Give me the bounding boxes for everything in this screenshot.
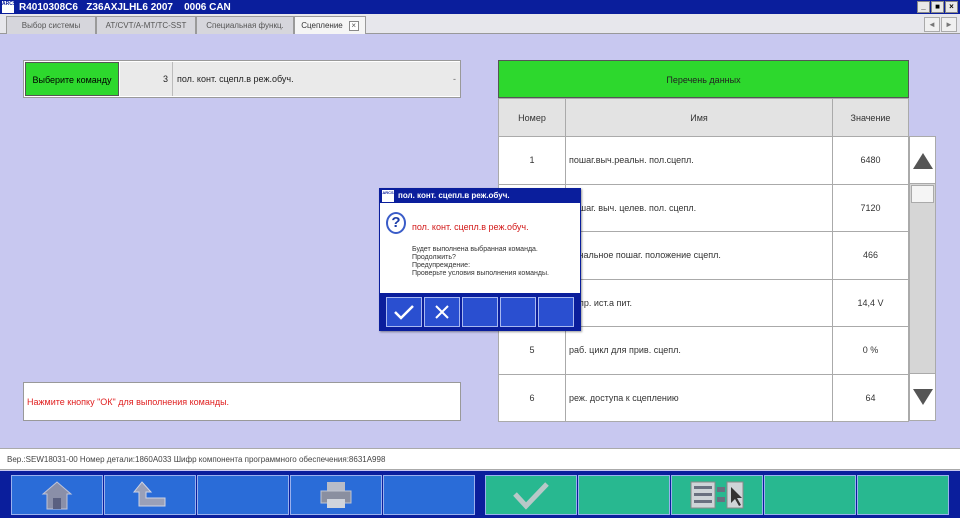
tab-system-selection[interactable]: Выбор системы — [6, 16, 96, 34]
maximize-button[interactable]: ■ — [931, 1, 944, 13]
checkmark-icon — [394, 305, 414, 320]
column-header-number: Номер — [498, 98, 566, 137]
tab-label: AT/CVT/A-MT/TC-SST — [105, 21, 187, 30]
confirm-dialog: ARCS пол. конт. сцепл.в реж.обуч. ? пол.… — [379, 188, 581, 331]
row-number: 5 — [498, 326, 566, 375]
tab-clutch[interactable]: Сцепление × — [294, 16, 366, 34]
dialog-blank-button[interactable] — [500, 297, 536, 327]
status-bar: Вер.:SEW18031-00 Номер детали:1860A033 Ш… — [0, 448, 960, 470]
row-value: 7120 — [832, 183, 909, 232]
bottom-toolbar — [0, 471, 960, 518]
data-list-title: Перечень данных — [498, 60, 909, 98]
dialog-line: Проверьте условия выполнения команды. — [412, 270, 549, 277]
dialog-title-bar: ARCS пол. конт. сцепл.в реж.обуч. — [380, 189, 580, 203]
column-header-name: Имя — [565, 98, 833, 137]
tab-label: Выбор системы — [21, 21, 81, 30]
tab-close-icon[interactable]: × — [348, 21, 359, 31]
toolbar-blank-button[interactable] — [764, 475, 856, 515]
home-button[interactable] — [11, 475, 103, 515]
table-scrollbar[interactable] — [909, 136, 936, 421]
toolbar-blank-button[interactable] — [197, 475, 289, 515]
dialog-message: Будет выполнена выбранная команда. Продо… — [412, 246, 549, 278]
command-number: 3 — [120, 62, 172, 96]
print-button[interactable] — [290, 475, 382, 515]
table-row[interactable]: 6 реж. доступа к сцеплению 64 — [498, 373, 909, 422]
row-name: напр. ист.а пит. — [565, 278, 833, 327]
scroll-up-button[interactable] — [910, 137, 935, 184]
table-row[interactable]: 5 раб. цикл для прив. сцепл. 0 % — [498, 326, 909, 375]
dialog-blank-button[interactable] — [462, 297, 498, 327]
tab-scroll-right-button[interactable]: ► — [941, 17, 957, 32]
dialog-line: Будет выполнена выбранная команда. — [412, 246, 538, 253]
cross-icon — [435, 305, 449, 319]
dialog-cancel-button[interactable] — [424, 297, 460, 327]
select-data-button[interactable] — [671, 475, 763, 515]
dialog-button-bar — [380, 293, 580, 330]
arrow-up-icon — [913, 153, 933, 169]
tab-label: Сцепление — [301, 21, 343, 30]
data-list-select-icon — [690, 481, 744, 509]
row-value: 466 — [832, 231, 909, 280]
back-arrow-icon — [132, 481, 166, 507]
arrow-down-icon — [913, 389, 933, 405]
row-name: начальное пошаг. положение сцепл. — [565, 231, 833, 280]
command-selector[interactable]: Выберите команду 3 пол. конт. сцепл.в ре… — [23, 60, 461, 98]
row-name: пошаг.выч.реальн. пол.сцепл. — [565, 136, 833, 185]
row-name: реж. доступа к сцеплению — [565, 373, 833, 422]
printer-icon — [320, 482, 352, 508]
row-name: раб. цикл для прив. сцепл. — [565, 326, 833, 375]
table-row[interactable]: 1 пошаг.выч.реальн. пол.сцепл. 6480 — [498, 136, 909, 185]
scroll-down-button[interactable] — [910, 373, 935, 420]
question-icon: ? — [386, 212, 406, 234]
confirm-button[interactable] — [485, 475, 577, 515]
minimize-button[interactable]: _ — [917, 1, 930, 13]
row-value: 64 — [832, 373, 909, 422]
app-icon: ARCS — [1, 0, 16, 14]
hint-message: Нажмите кнопку "ОК" для выполнения коман… — [23, 382, 461, 421]
command-dropdown[interactable]: пол. конт. сцепл.в реж.обуч. - — [172, 62, 460, 96]
close-window-button[interactable]: × — [945, 1, 958, 13]
column-header-value: Значение — [832, 98, 909, 137]
tab-special-function[interactable]: Специальная функц. — [196, 16, 294, 34]
dialog-title: пол. конт. сцепл.в реж.обуч. — [398, 191, 510, 200]
dialog-blank-button[interactable] — [538, 297, 574, 327]
row-value: 14,4 V — [832, 278, 909, 327]
tab-transmission[interactable]: AT/CVT/A-MT/TC-SST — [96, 16, 196, 34]
toolbar-blank-button[interactable] — [857, 475, 949, 515]
table-header-row: Номер Имя Значение — [498, 98, 909, 137]
dialog-heading: пол. конт. сцепл.в реж.обуч. — [412, 222, 529, 232]
tab-label: Специальная функц. — [206, 21, 284, 30]
row-value: 0 % — [832, 326, 909, 375]
command-text: пол. конт. сцепл.в реж.обуч. — [177, 74, 294, 84]
toolbar-blank-button[interactable] — [578, 475, 670, 515]
dialog-line: Предупреждение: — [412, 262, 471, 269]
checkmark-icon — [513, 482, 549, 510]
dialog-app-icon: ARCS — [382, 190, 394, 202]
scroll-thumb[interactable] — [911, 185, 934, 203]
row-name: пошаг. выч. целев. пол. сцепл. — [565, 183, 833, 232]
back-button[interactable] — [104, 475, 196, 515]
dialog-line: Продолжить? — [412, 254, 456, 261]
row-number: 6 — [498, 373, 566, 422]
home-icon — [41, 481, 73, 510]
command-label: Выберите команду — [25, 62, 119, 96]
toolbar-blank-button[interactable] — [383, 475, 475, 515]
title-bar: ARCS R4010308C6 Z36AXJLHL6 2007 0006 CAN… — [0, 0, 960, 14]
tab-bar: Выбор системы AT/CVT/A-MT/TC-SST Специал… — [0, 14, 960, 34]
dialog-ok-button[interactable] — [386, 297, 422, 327]
dropdown-marker: - — [453, 74, 456, 84]
tab-scroll-left-button[interactable]: ◄ — [924, 17, 940, 32]
window-title: R4010308C6 Z36AXJLHL6 2007 0006 CAN — [19, 1, 231, 13]
row-value: 6480 — [832, 136, 909, 185]
row-number: 1 — [498, 136, 566, 185]
